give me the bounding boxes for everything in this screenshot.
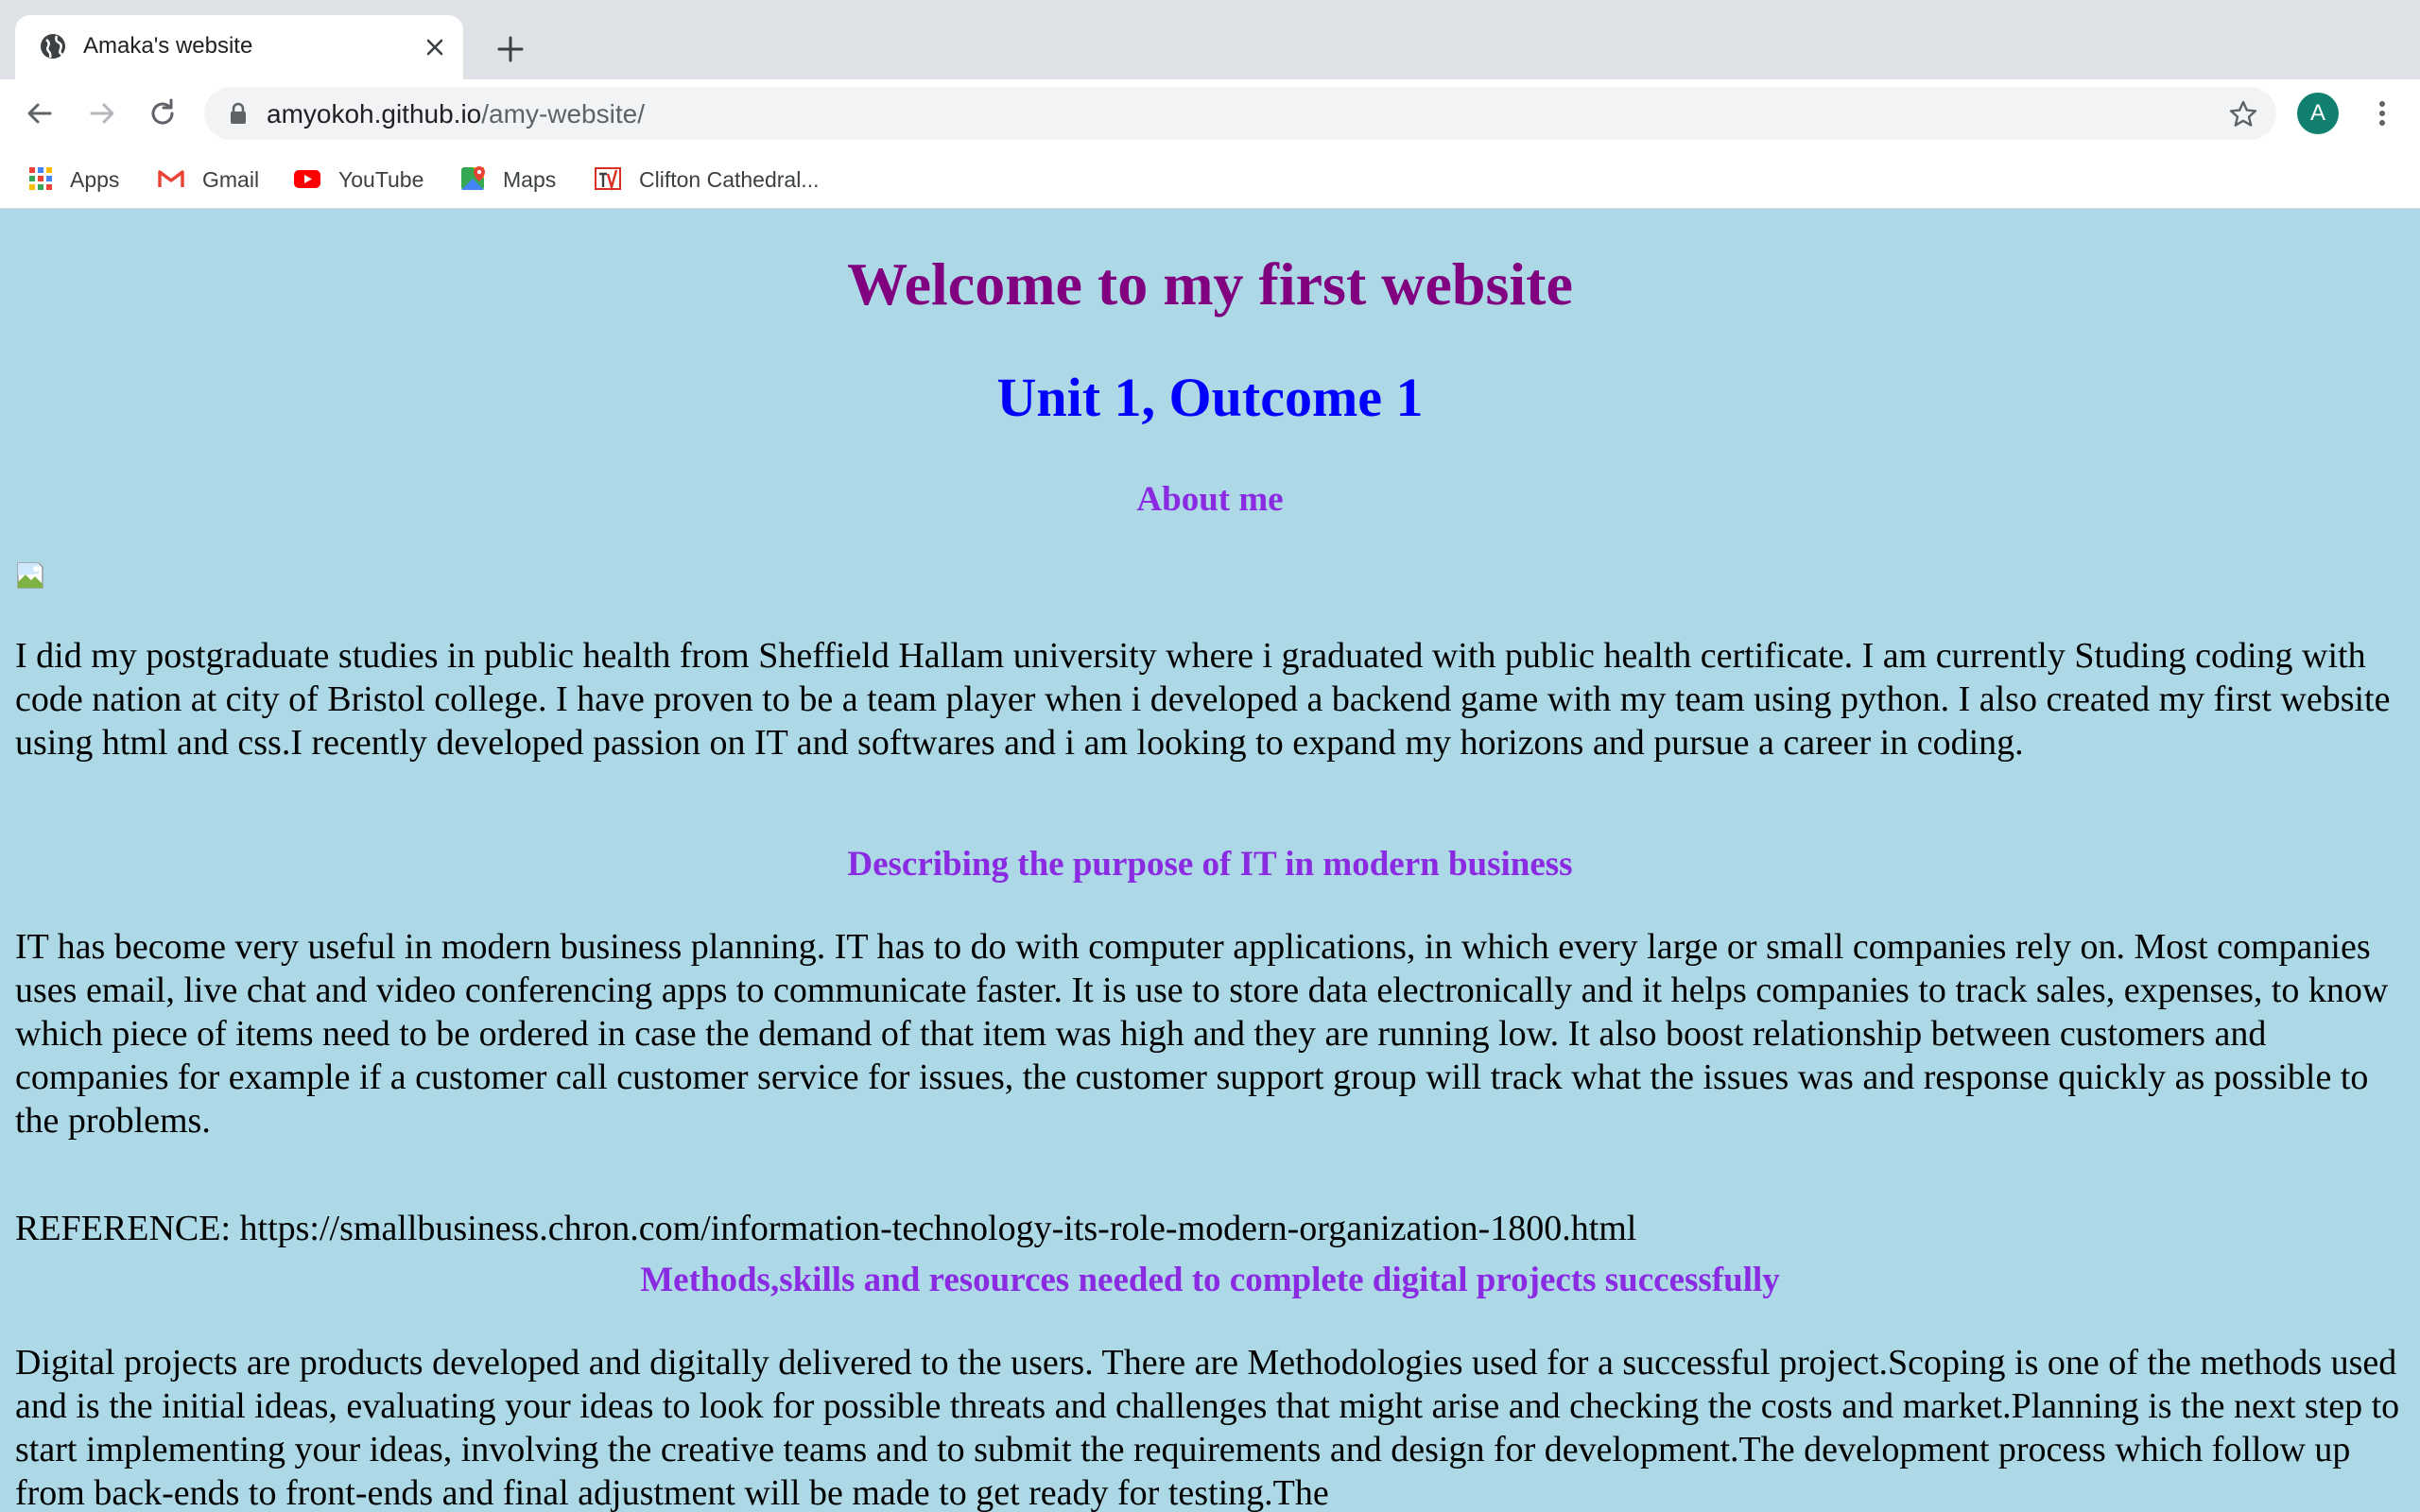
more-menu-icon[interactable] [2363, 94, 2401, 132]
apps-grid-icon [29, 167, 52, 190]
globe-icon [41, 34, 65, 59]
about-paragraph: I did my postgraduate studies in public … [15, 636, 2391, 763]
bookmark-maps[interactable]: Maps [459, 159, 563, 197]
url-path: /amy-website/ [481, 99, 645, 129]
bookmark-label: YouTube [338, 167, 424, 192]
page-title: Welcome to my first website [847, 250, 1573, 318]
bookmark-clifton-cathedral[interactable]: Clifton Cathedral... [594, 159, 849, 197]
broken-image-icon [17, 562, 43, 589]
tab-strip: Amaka's website [0, 0, 2420, 79]
maps-icon [461, 166, 485, 190]
purpose-paragraph: IT has become very useful in modern busi… [15, 927, 2389, 1141]
clifton-cathedral-icon [595, 167, 621, 192]
youtube-icon [294, 170, 320, 188]
forward-arrow-icon[interactable] [83, 94, 121, 132]
back-arrow-icon[interactable] [21, 94, 59, 132]
reference-text: REFERENCE: https://smallbusiness.chron.c… [15, 1209, 1637, 1248]
bookmark-label: Maps [503, 167, 557, 192]
profile-avatar[interactable]: A [2297, 93, 2339, 134]
page-content[interactable]: Welcome to my first website Unit 1, Outc… [0, 209, 2420, 1512]
bookmark-label: Clifton Cathedral... [639, 167, 820, 192]
tab-title: Amaka's website [83, 33, 253, 59]
url-host: amyokoh.github.io [267, 99, 482, 129]
bookmarks-bar: Apps Gmail YouTube Maps Clifton Cathedra… [0, 147, 2420, 209]
gmail-icon [158, 170, 184, 187]
lock-icon[interactable] [225, 100, 251, 127]
reload-icon[interactable] [144, 94, 182, 132]
methods-paragraph: Digital projects are products developed … [15, 1343, 2400, 1512]
about-heading: About me [1136, 480, 1284, 519]
tab-amakas-website[interactable]: Amaka's website [15, 15, 463, 79]
page-subtitle: Unit 1, Outcome 1 [996, 367, 1424, 428]
methods-heading: Methods,skills and resources needed to c… [640, 1261, 1780, 1299]
address-bar[interactable]: amyokoh.github.io/amy-website/ [204, 87, 2276, 140]
browser-toolbar: amyokoh.github.io/amy-website/ A [0, 79, 2420, 147]
bookmark-label: Apps [70, 167, 120, 192]
new-tab-icon[interactable] [493, 32, 527, 66]
bookmark-star-icon[interactable] [2227, 98, 2259, 130]
close-tab-icon[interactable] [422, 34, 448, 60]
bookmark-label: Gmail [202, 167, 260, 192]
purpose-heading: Describing the purpose of IT in modern b… [847, 845, 1573, 884]
browser-window: Amaka's website amyokoh.github.io/amy-we… [0, 0, 2420, 1512]
bookmark-apps[interactable]: Apps [26, 159, 130, 197]
bookmark-gmail[interactable]: Gmail [157, 159, 270, 197]
bookmark-youtube[interactable]: YouTube [293, 159, 435, 197]
url-text[interactable]: amyokoh.github.io/amy-website/ [267, 99, 645, 129]
